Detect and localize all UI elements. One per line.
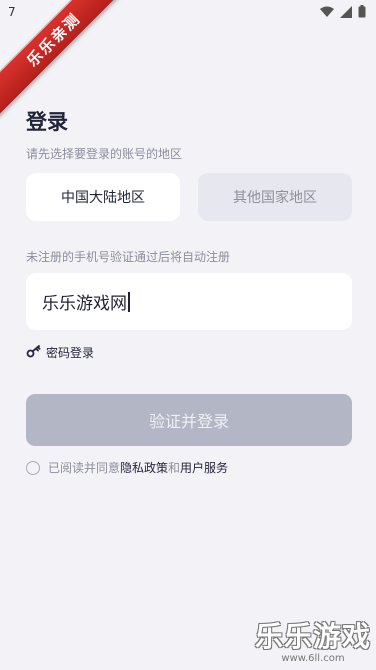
- signal-icon: [340, 5, 352, 18]
- user-service-link[interactable]: 用户服务: [180, 459, 228, 476]
- status-icons: [320, 5, 366, 18]
- privacy-policy-link[interactable]: 隐私政策: [120, 459, 168, 476]
- phone-input[interactable]: 乐乐游戏网: [26, 273, 352, 330]
- password-login-label: 密码登录: [46, 346, 95, 360]
- text-caret: [128, 291, 130, 312]
- phone-input-value: 乐乐游戏网: [42, 294, 127, 314]
- page-title: 登录: [26, 110, 68, 134]
- status-time: 7: [8, 5, 16, 19]
- agreement-and: 和: [168, 461, 181, 475]
- wifi-icon: [320, 6, 334, 18]
- key-icon: [26, 344, 41, 361]
- agreement-checkbox[interactable]: [26, 460, 40, 475]
- agreement-row: 已阅读并同意 隐私政策 和 用户服务: [26, 459, 228, 476]
- watermark-logo: 乐乐游戏: [254, 620, 371, 653]
- region-prompt: 请先选择要登录的账号的地区: [26, 147, 183, 161]
- auto-register-hint: 未注册的手机号验证通过后将自动注册: [26, 250, 231, 264]
- battery-icon: [358, 5, 366, 18]
- region-other-button[interactable]: 其他国家地区: [198, 173, 352, 221]
- password-login-link[interactable]: 密码登录: [26, 344, 94, 361]
- verify-login-button[interactable]: 验证并登录: [26, 394, 352, 446]
- agreement-prefix: 已阅读并同意: [48, 461, 121, 475]
- watermark: 乐乐游戏 www.6ll.com: [254, 615, 372, 664]
- region-mainland-button[interactable]: 中国大陆地区: [26, 173, 180, 221]
